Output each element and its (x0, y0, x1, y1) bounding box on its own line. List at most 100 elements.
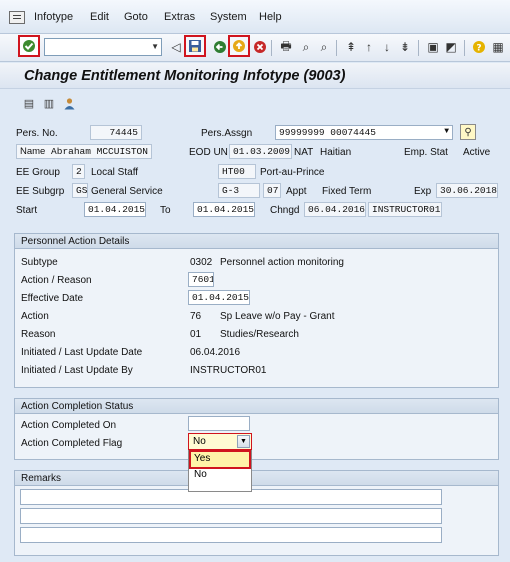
completed-on-label: Action Completed On (21, 420, 117, 431)
pers-no-field[interactable]: 74445 (90, 125, 142, 140)
enter-icon[interactable] (18, 35, 40, 57)
exit-icon[interactable] (228, 35, 250, 57)
appt-label: Appt (286, 186, 307, 197)
exp-label: Exp (414, 186, 432, 197)
option-no[interactable]: No (191, 468, 249, 483)
chevron-down-icon: ▼ (444, 127, 449, 136)
action-reason-field[interactable]: 7601 (188, 272, 214, 287)
remarks-line-3[interactable] (20, 527, 442, 543)
shortcut-icon[interactable]: ◩ (442, 38, 460, 56)
first-page-icon[interactable]: ⇞ (342, 38, 360, 56)
location-text: Port-au-Prince (260, 167, 325, 178)
menu-bar: Infotype Edit Goto Extras System Help (0, 0, 510, 34)
name-label: Name (20, 146, 46, 157)
nat-value: Haitian (320, 147, 352, 158)
changed-date-field: 06.04.2016 (304, 202, 366, 217)
remarks-line-2[interactable] (20, 508, 442, 524)
changed-by-field: INSTRUCTOR01 (368, 202, 442, 217)
subtype-text: Personnel action monitoring (220, 257, 344, 268)
collapse-arrow-icon[interactable]: ◁ (167, 38, 185, 56)
completed-flag-dropdown-list: Yes No (188, 450, 252, 492)
menu-extras[interactable]: Extras (164, 11, 195, 23)
back-icon[interactable] (211, 38, 229, 56)
action-code: 76 (190, 311, 202, 322)
customize-layout-icon[interactable]: ▦ (489, 38, 507, 56)
next-page-icon[interactable]: ↓ (378, 38, 396, 56)
print-icon[interactable]: 🖶 (277, 38, 295, 56)
action-text: Sp Leave w/o Pay - Grant (220, 311, 335, 322)
emp-stat-label: Emp. Stat (404, 147, 448, 158)
to-label: To (160, 205, 171, 216)
cancel-icon[interactable] (251, 38, 269, 56)
emp-stat-value: Active (463, 147, 491, 158)
overview-icon[interactable]: ▤ (22, 96, 36, 110)
init-date-label: Initiated / Last Update Date (21, 347, 143, 358)
chngd-label: Chngd (270, 205, 300, 216)
grade-field: G-3 (218, 183, 260, 198)
step-field: 07 (263, 183, 281, 198)
person-icon[interactable] (62, 96, 76, 110)
reason-label: Reason (21, 329, 56, 340)
to-date-field[interactable]: 01.04.2015 (193, 202, 255, 217)
page-title: Change Entitlement Monitoring Infotype (… (24, 68, 346, 84)
section-heading: Action Completion Status (15, 399, 498, 414)
completed-flag-combobox[interactable]: No ▼ (188, 433, 252, 450)
pers-assgn-label: Pers.Assgn (201, 128, 253, 139)
effective-date-label: Effective Date (21, 293, 84, 304)
action-reason-label: Action / Reason (21, 275, 92, 286)
ee-subgrp-text: General Service (91, 186, 163, 197)
command-field[interactable]: ▼ (44, 38, 162, 56)
name-field: Name Abraham MCCUISTON (16, 144, 152, 159)
location-code-field: HT00 (218, 164, 256, 179)
subtype-code: 0302 (190, 257, 213, 268)
appt-value: Fixed Term (322, 186, 372, 197)
completed-flag-label: Action Completed Flag (21, 438, 123, 449)
name-value: Abraham MCCUISTON (51, 146, 148, 157)
reason-text: Studies/Research (220, 329, 299, 340)
menu-edit[interactable]: Edit (90, 11, 109, 23)
option-yes[interactable]: Yes (189, 450, 251, 469)
subtype-label: Subtype (21, 257, 58, 268)
title-bar: Change Entitlement Monitoring Infotype (… (0, 63, 510, 89)
ee-group-text: Local Staff (91, 167, 139, 178)
section-heading: Personnel Action Details (15, 234, 498, 249)
help-icon[interactable]: ? (470, 38, 488, 56)
chevron-down-icon[interactable]: ▼ (151, 42, 159, 51)
init-by-label: Initiated / Last Update By (21, 365, 133, 376)
previous-page-icon[interactable]: ↑ (360, 38, 378, 56)
svg-text:?: ? (476, 44, 481, 54)
find-icon[interactable]: ⌕ (297, 38, 315, 56)
menu-goto[interactable]: Goto (124, 11, 148, 23)
menu-infotype[interactable]: Infotype (34, 11, 73, 23)
start-date-field[interactable]: 01.04.2015 (84, 202, 146, 217)
pers-assgn-dropdown[interactable]: 99999999 00074445 ▼ (275, 125, 453, 140)
completed-on-field[interactable] (188, 416, 250, 431)
chevron-down-icon[interactable]: ▼ (237, 435, 250, 448)
ee-group-field: 2 (72, 164, 85, 179)
copy-icon[interactable]: ▥ (42, 96, 56, 110)
section-heading: Remarks (15, 471, 498, 486)
menu-system[interactable]: System (210, 11, 247, 23)
save-icon[interactable] (184, 35, 206, 57)
exp-field: 30.06.2018 (436, 183, 498, 198)
init-by-value: INSTRUCTOR01 (190, 365, 267, 376)
init-date-value: 06.04.2016 (190, 347, 241, 358)
last-page-icon[interactable]: ⇟ (396, 38, 414, 56)
find-next-icon[interactable]: ⌕ (315, 38, 333, 56)
sap-menu-icon[interactable] (9, 11, 25, 24)
effective-date-field[interactable]: 01.04.2015 (188, 290, 250, 305)
eod-field: 01.03.2009 (229, 144, 292, 159)
new-session-icon[interactable]: ▣ (424, 38, 442, 56)
pers-assgn-value: 99999999 00074445 (279, 127, 376, 138)
eod-label: EOD UN (189, 147, 228, 158)
reason-code: 01 (190, 329, 202, 340)
ee-subgrp-label: EE Subgrp (16, 186, 65, 197)
nat-label: NAT (294, 147, 314, 158)
start-label: Start (16, 205, 38, 216)
completed-flag-value: No (193, 436, 206, 447)
ee-group-label: EE Group (16, 167, 60, 178)
ee-subgrp-field: GS (72, 183, 88, 198)
action-label: Action (21, 311, 49, 322)
assignment-overview-icon[interactable]: ⚲ (460, 124, 476, 140)
menu-help[interactable]: Help (259, 11, 282, 23)
